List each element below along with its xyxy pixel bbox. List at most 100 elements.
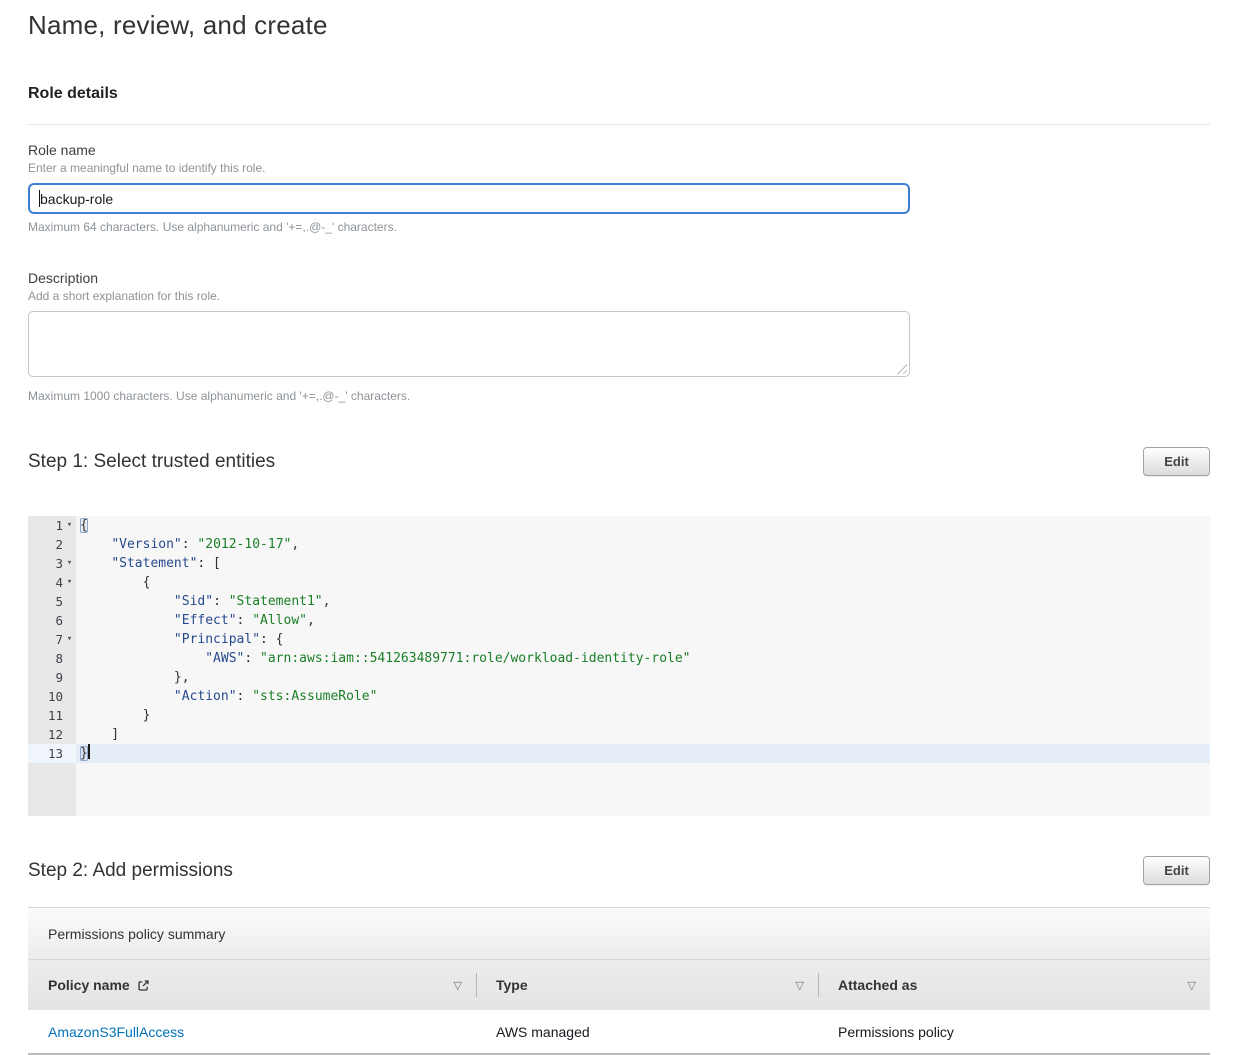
fold-icon[interactable]: ▾	[63, 630, 76, 649]
role-name-value: backup-role	[40, 191, 113, 207]
line-number: 3	[55, 554, 63, 573]
editor-filler	[28, 763, 1210, 816]
step1-header: Step 1: Select trusted entities Edit	[28, 447, 1210, 476]
text-cursor	[88, 744, 90, 759]
editor-gutter-filler	[28, 763, 76, 816]
code-line[interactable]: {	[76, 573, 1210, 592]
editor-gutter-cell: 8	[28, 649, 76, 668]
line-number: 10	[48, 687, 63, 706]
permissions-panel-title: Permissions policy summary	[28, 908, 1210, 960]
cell-type: AWS managed	[476, 1010, 818, 1053]
permissions-table-header: Policy name ▽ Type ▽ Attached as	[28, 960, 1210, 1010]
step1-title: Step 1: Select trusted entities	[28, 451, 275, 473]
code-line[interactable]: "Sid": "Statement1",	[76, 592, 1210, 611]
editor-line[interactable]: 5 "Sid": "Statement1",	[28, 592, 1210, 611]
policy-name-link[interactable]: AmazonS3FullAccess	[48, 1024, 184, 1040]
line-number: 9	[55, 668, 63, 687]
sort-icon: ▽	[1188, 979, 1196, 992]
description-hint: Maximum 1000 characters. Use alphanumeri…	[28, 389, 1210, 403]
column-header-attached-as[interactable]: Attached as ▽	[818, 960, 1210, 1010]
editor-line[interactable]: 12 ]	[28, 725, 1210, 744]
editor-gutter-cell: 1▾	[28, 516, 76, 535]
editor-line[interactable]: 7▾ "Principal": {	[28, 630, 1210, 649]
cell-policy-name: AmazonS3FullAccess	[28, 1010, 476, 1053]
code-line[interactable]: {	[76, 516, 1210, 535]
role-name-description: Enter a meaningful name to identify this…	[28, 161, 1210, 175]
editor-gutter-cell: 7▾	[28, 630, 76, 649]
description-description: Add a short explanation for this role.	[28, 289, 1210, 303]
line-number: 6	[55, 611, 63, 630]
code-line[interactable]: "Statement": [	[76, 554, 1210, 573]
role-details-divider	[28, 124, 1210, 125]
editor-gutter-cell: 10	[28, 687, 76, 706]
editor-gutter-cell: 5	[28, 592, 76, 611]
editor-line[interactable]: 10 "Action": "sts:AssumeRole"	[28, 687, 1210, 706]
code-line[interactable]: },	[76, 668, 1210, 687]
editor-line[interactable]: 1▾{	[28, 516, 1210, 535]
description-textarea[interactable]	[28, 311, 910, 377]
editor-gutter-cell: 3▾	[28, 554, 76, 573]
line-number: 11	[48, 706, 63, 725]
sort-icon: ▽	[796, 979, 804, 992]
resize-grip-icon[interactable]	[897, 364, 907, 374]
code-line[interactable]: }	[76, 706, 1210, 725]
column-header-type[interactable]: Type ▽	[476, 960, 818, 1010]
line-number: 12	[48, 725, 63, 744]
editor-gutter-cell: 9	[28, 668, 76, 687]
code-line[interactable]: "AWS": "arn:aws:iam::541263489771:role/w…	[76, 649, 1210, 668]
description-field: Description Add a short explanation for …	[28, 270, 1210, 403]
fold-icon[interactable]: ▾	[63, 573, 76, 592]
code-line[interactable]: "Action": "sts:AssumeRole"	[76, 687, 1210, 706]
editor-line[interactable]: 3▾ "Statement": [	[28, 554, 1210, 573]
editor-gutter-cell: 4▾	[28, 573, 76, 592]
editor-line[interactable]: 9 },	[28, 668, 1210, 687]
role-name-hint: Maximum 64 characters. Use alphanumeric …	[28, 220, 1210, 234]
code-line[interactable]: "Version": "2012-10-17",	[76, 535, 1210, 554]
code-line[interactable]: ]	[76, 725, 1210, 744]
step2-title: Step 2: Add permissions	[28, 860, 233, 882]
editor-gutter-cell: 12	[28, 725, 76, 744]
code-line[interactable]: }	[76, 744, 1210, 763]
editor-gutter-cell: 13	[28, 744, 76, 763]
editor-line[interactable]: 8 "AWS": "arn:aws:iam::541263489771:role…	[28, 649, 1210, 668]
cell-attached-as: Permissions policy	[818, 1010, 1210, 1053]
column-label: Type	[496, 977, 528, 993]
policy-editor[interactable]: 1▾{2 "Version": "2012-10-17",3▾ "Stateme…	[28, 516, 1210, 816]
line-number: 5	[55, 592, 63, 611]
role-name-input[interactable]: backup-role	[28, 183, 910, 214]
line-number: 7	[55, 630, 63, 649]
description-label: Description	[28, 270, 1210, 286]
column-label: Attached as	[838, 977, 917, 993]
line-number: 4	[55, 573, 63, 592]
code-line[interactable]: "Effect": "Allow",	[76, 611, 1210, 630]
step2-header: Step 2: Add permissions Edit	[28, 856, 1210, 885]
step2-edit-button[interactable]: Edit	[1143, 856, 1210, 885]
role-details-heading: Role details	[28, 85, 1210, 103]
column-header-policy-name[interactable]: Policy name ▽	[28, 960, 476, 1010]
editor-code-filler	[76, 763, 1210, 816]
permissions-summary-panel: Permissions policy summary Policy name ▽…	[28, 907, 1210, 1055]
editor-line[interactable]: 4▾ {	[28, 573, 1210, 592]
role-name-label: Role name	[28, 142, 1210, 158]
page-title: Name, review, and create	[28, 10, 1210, 41]
editor-line[interactable]: 13}	[28, 744, 1210, 763]
line-number: 2	[55, 535, 63, 554]
table-row: AmazonS3FullAccess AWS managed Permissio…	[28, 1010, 1210, 1055]
line-number: 1	[55, 516, 63, 535]
line-number: 13	[48, 744, 63, 763]
column-label: Policy name	[48, 977, 130, 993]
page-content: Name, review, and create Role details Ro…	[28, 0, 1210, 1055]
editor-gutter-cell: 2	[28, 535, 76, 554]
editor-gutter-cell: 6	[28, 611, 76, 630]
role-name-field: Role name Enter a meaningful name to ide…	[28, 142, 1210, 234]
editor-line[interactable]: 11 }	[28, 706, 1210, 725]
fold-icon[interactable]: ▾	[63, 516, 76, 535]
editor-gutter-cell: 11	[28, 706, 76, 725]
fold-icon[interactable]: ▾	[63, 554, 76, 573]
editor-line[interactable]: 6 "Effect": "Allow",	[28, 611, 1210, 630]
external-link-icon	[137, 979, 150, 992]
code-line[interactable]: "Principal": {	[76, 630, 1210, 649]
step1-edit-button[interactable]: Edit	[1143, 447, 1210, 476]
editor-line[interactable]: 2 "Version": "2012-10-17",	[28, 535, 1210, 554]
sort-icon: ▽	[454, 979, 462, 992]
